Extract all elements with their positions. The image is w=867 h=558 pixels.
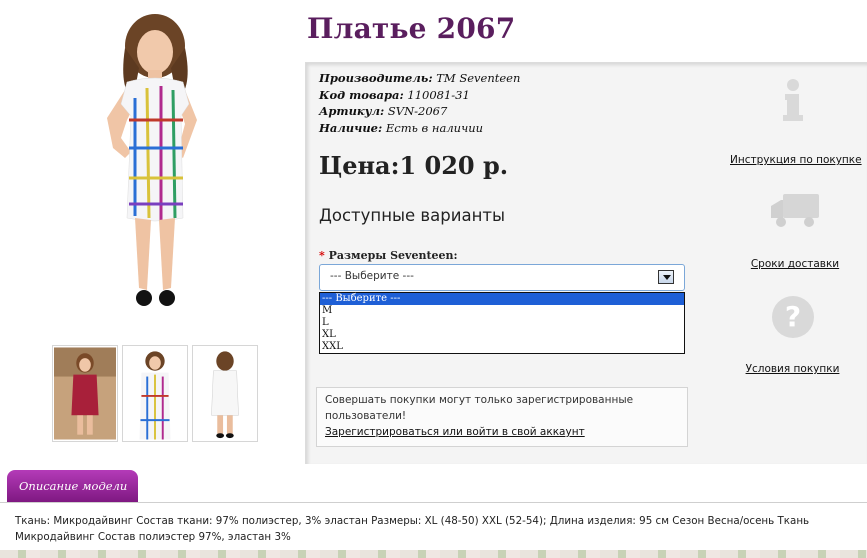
login-link[interactable]: Зарегистрироваться или войти в свой акка… [325, 426, 585, 438]
svg-text:?: ? [784, 300, 800, 333]
product-title: Платье 2067 [307, 12, 516, 45]
product-price: Цена:1 020 р. [319, 151, 509, 180]
terms-block[interactable]: ? Условия покупки [735, 294, 850, 375]
size-option-l[interactable]: L [320, 317, 684, 329]
size-option-xxl[interactable]: XXL [320, 341, 684, 353]
truck-icon [771, 194, 819, 227]
delivery-link[interactable]: Сроки доставки [735, 258, 855, 270]
size-dropdown-list: --- Выберите --- M L XL XXL [319, 292, 685, 354]
instructions-link[interactable]: Инструкция по покупке [730, 154, 862, 166]
spec-product-code: Код товара: 110081-31 [319, 87, 470, 102]
thumbnail-2[interactable] [122, 345, 188, 442]
size-option-xl[interactable]: XL [320, 329, 684, 341]
thumbnail-strip [52, 345, 258, 442]
size-select-value: --- Выберите --- [330, 270, 414, 282]
variants-heading: Доступные варианты [319, 206, 506, 225]
spec-manufacturer: Производитель: TM Seventeen [319, 71, 521, 85]
login-notice-text: Совершать покупки могут только зарегистр… [325, 394, 634, 422]
size-select[interactable]: --- Выберите --- [319, 264, 685, 291]
size-label: * Размеры Seventeen: [319, 249, 458, 262]
info-icon [782, 79, 803, 121]
delivery-block[interactable]: Сроки доставки [735, 190, 855, 270]
description-text: Ткань: Микродайвинг Состав ткани: 97% по… [15, 515, 810, 543]
size-option-m[interactable]: M [320, 305, 684, 317]
chevron-down-icon[interactable] [658, 270, 674, 284]
terms-link[interactable]: Условия покупки [735, 363, 850, 375]
tab-divider [0, 502, 867, 503]
tab-description[interactable]: Описание модели [7, 470, 138, 503]
login-notice: Совершать покупки могут только зарегистр… [316, 387, 688, 447]
main-product-image[interactable] [55, 8, 255, 328]
thumbnail-3[interactable] [192, 345, 258, 442]
question-icon: ? [771, 296, 814, 338]
spec-availability: Наличие: Есть в наличии [319, 120, 484, 135]
instructions-block[interactable]: Инструкция по покупке [730, 78, 862, 166]
thumbnail-1[interactable] [52, 345, 118, 442]
spec-article: Артикул: SVN-2067 [319, 104, 448, 118]
decorative-strip [0, 550, 867, 558]
product-specs: Производитель: TM Seventeen Код товара: … [319, 70, 520, 136]
size-option-placeholder[interactable]: --- Выберите --- [320, 293, 684, 305]
